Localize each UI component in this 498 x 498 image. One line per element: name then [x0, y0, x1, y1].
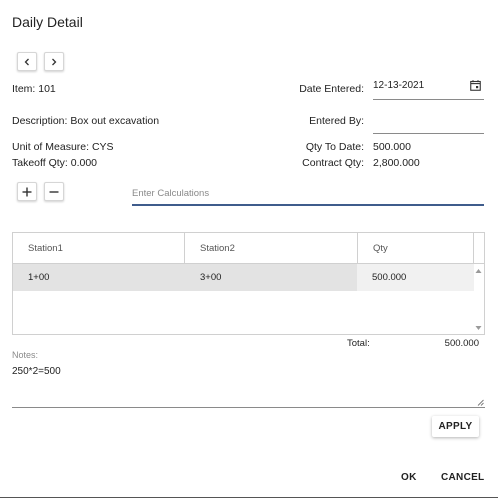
notes-value: 250*2=500 — [12, 366, 61, 377]
scroll-down-icon[interactable] — [475, 325, 482, 331]
date-entered-label: Date Entered: — [299, 83, 364, 95]
calculations-placeholder: Enter Calculations — [132, 188, 210, 199]
daily-detail-dialog: Daily Detail Item: 101 Date Entered: 12-… — [0, 0, 498, 498]
resize-grip-icon[interactable] — [477, 399, 484, 406]
unit-of-measure: Unit of Measure: CYS — [12, 141, 114, 153]
total-label: Total: — [347, 338, 370, 349]
ok-button[interactable]: OK — [401, 472, 417, 483]
qty-to-date-label: Qty To Date: — [305, 141, 364, 153]
column-header-station2[interactable]: Station2 — [185, 233, 358, 264]
entered-by-label: Entered By: — [309, 115, 364, 127]
calculations-input[interactable]: Enter Calculations — [132, 184, 484, 206]
takeoff-qty: Takeoff Qty: 0.000 — [12, 157, 98, 169]
column-header-qty[interactable]: Qty — [358, 233, 474, 264]
row-station1[interactable]: 1+00 — [28, 272, 49, 283]
previous-button[interactable] — [17, 52, 37, 71]
table-row[interactable]: 1+00 3+00 500.000 — [13, 264, 474, 291]
total-value: 500.000 — [444, 338, 479, 349]
date-entered-field[interactable]: 12-13-2021 — [373, 76, 484, 100]
minus-icon — [49, 190, 59, 193]
calendar-icon[interactable] — [470, 80, 481, 91]
contract-qty-value: 2,800.000 — [373, 157, 420, 169]
notes-textarea[interactable]: 250*2=500 — [12, 361, 485, 408]
cancel-button[interactable]: CANCEL — [441, 472, 484, 483]
add-calculation-button[interactable] — [17, 182, 37, 201]
column-header-station1[interactable]: Station1 — [13, 233, 185, 264]
date-entered-value: 12-13-2021 — [373, 80, 425, 91]
chevron-right-icon — [52, 58, 57, 65]
station-grid: Station1 Station2 Qty 1+00 3+00 500.000 — [12, 232, 485, 335]
row-qty[interactable]: 500.000 — [372, 272, 406, 283]
dialog-title: Daily Detail — [12, 14, 83, 30]
contract-qty-label: Contract Qty: — [302, 157, 364, 169]
plus-icon — [22, 187, 32, 196]
grid-header: Station1 Station2 Qty — [13, 233, 484, 264]
grid-scrollbar[interactable] — [473, 264, 484, 335]
entered-by-field[interactable] — [373, 110, 484, 134]
next-button[interactable] — [44, 52, 64, 71]
qty-to-date-value: 500.000 — [373, 141, 411, 153]
item-description: Description: Box out excavation — [12, 115, 160, 127]
chevron-left-icon — [24, 58, 29, 65]
remove-calculation-button[interactable] — [44, 182, 64, 201]
apply-button[interactable]: APPLY — [432, 416, 479, 437]
row-station2[interactable]: 3+00 — [200, 272, 221, 283]
item-number: Item: 101 — [12, 83, 56, 95]
notes-label: Notes: — [12, 350, 39, 360]
scroll-up-icon[interactable] — [475, 268, 482, 274]
